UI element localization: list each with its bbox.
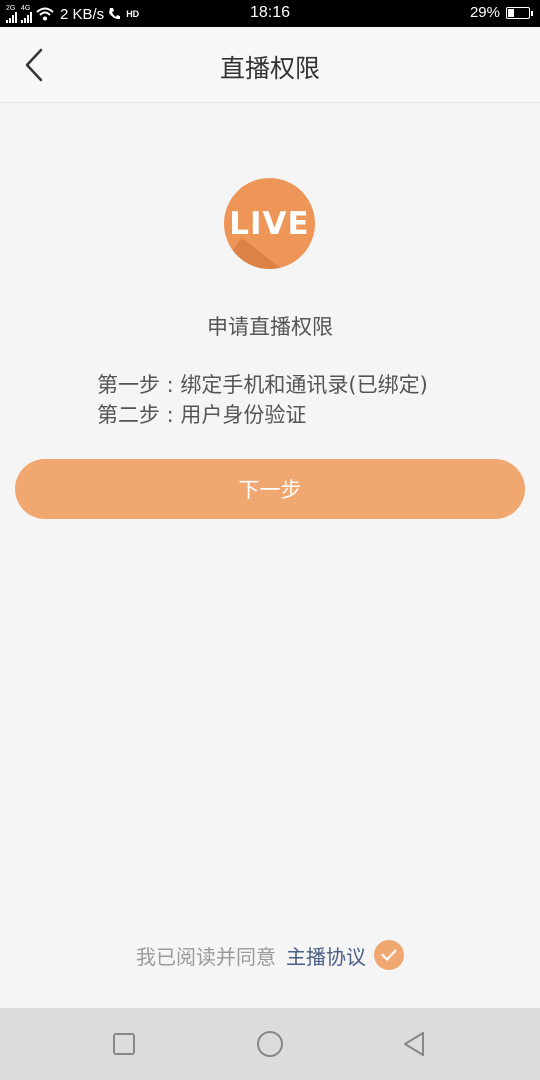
recent-apps-button[interactable]	[108, 1028, 140, 1060]
agreement-checkbox[interactable]	[374, 940, 404, 970]
check-icon	[381, 949, 397, 961]
steps-list: 第一步 : 绑定手机和通讯录(已绑定) 第二步 : 用户身份验证	[97, 370, 428, 430]
system-back-button[interactable]	[398, 1028, 430, 1060]
live-logo: LIVE	[224, 178, 315, 269]
app-header: 直播权限	[0, 27, 540, 103]
step-2: 第二步 : 用户身份验证	[97, 403, 307, 427]
navigation-bar	[0, 1008, 540, 1080]
home-button[interactable]	[254, 1028, 286, 1060]
battery-percent: 29%	[469, 4, 500, 21]
circle-icon	[257, 1031, 283, 1057]
agreement-link[interactable]: 主播协议	[286, 941, 366, 970]
logo-shadow	[224, 238, 315, 269]
agreement-row: 我已阅读并同意 主播协议	[0, 940, 540, 970]
page-title: 直播权限	[219, 54, 320, 83]
logo-text: LIVE	[229, 206, 310, 242]
battery-icon	[506, 6, 533, 19]
battery-fill	[508, 8, 514, 17]
square-icon	[113, 1033, 135, 1055]
triangle-back-icon	[404, 1032, 424, 1056]
status-time: 18:16	[249, 4, 291, 21]
status-bar: 2G 4G 2 KB/s HD 18:16 29%	[0, 0, 540, 27]
agreement-text: 我已阅读并同意	[136, 944, 276, 969]
step-1: 第一步 : 绑定手机和通讯录(已绑定)	[97, 373, 428, 397]
next-step-button[interactable]: 下一步	[15, 459, 525, 519]
status-right: 29%	[469, 4, 533, 21]
apply-title: 申请直播权限	[207, 315, 333, 339]
